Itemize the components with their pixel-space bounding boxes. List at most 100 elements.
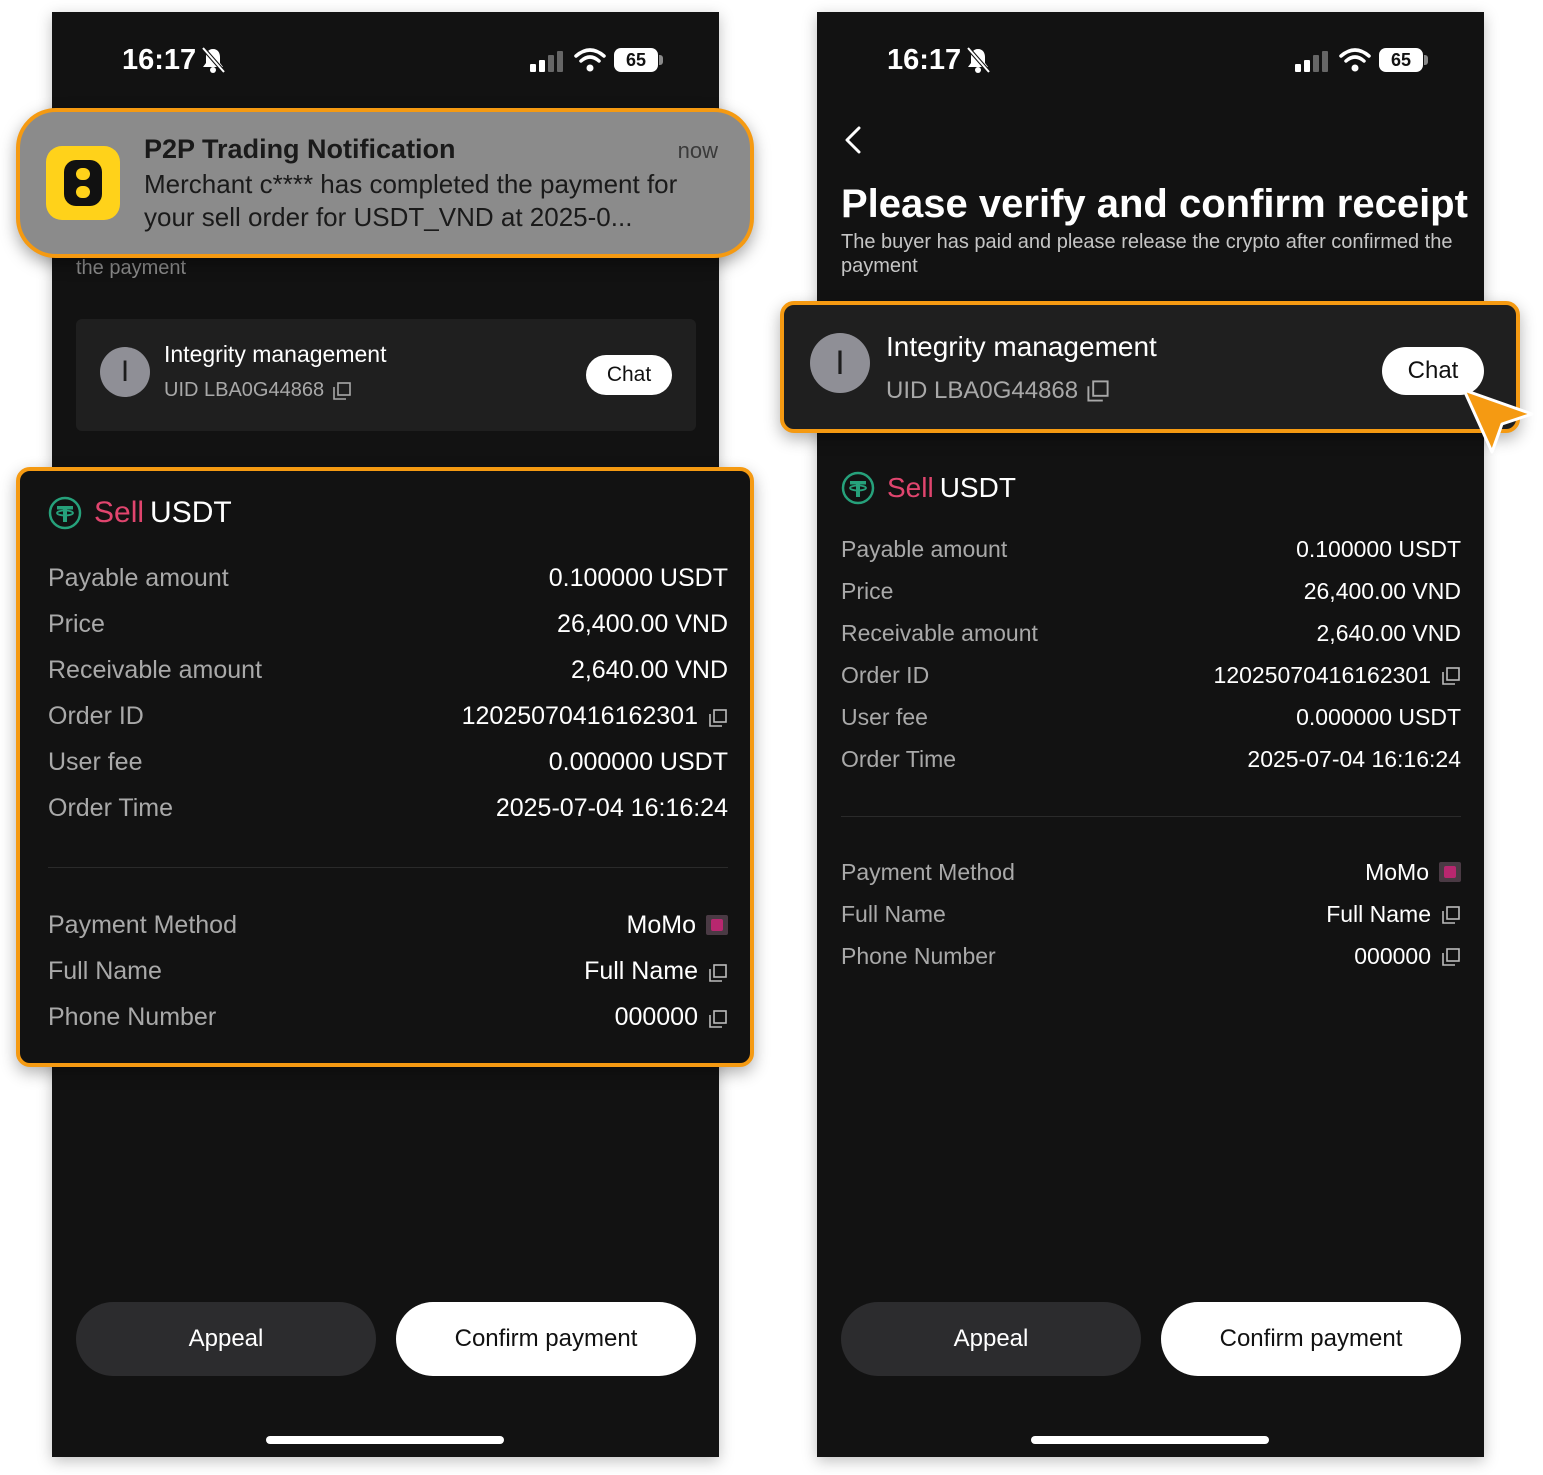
payment-row: Payment Method MoMo [48,902,728,948]
appeal-button[interactable]: Appeal [841,1302,1141,1376]
row-label: Price [841,577,894,604]
merchant-uid-text: UID LBA0G44868 [164,379,325,401]
copy-icon[interactable] [708,961,728,982]
copy-icon[interactable] [708,1007,728,1028]
row-label: Receivable amount [48,655,263,684]
row-value: 12025070416162301 [1214,662,1461,689]
copy-icon[interactable] [1086,379,1110,403]
payment-row: Phone Number 000000 [841,935,1461,977]
row-label: Payment Method [48,910,237,939]
payment-row: Full Name Full Name [48,948,728,994]
row-value: 26,400.00 VND [1303,577,1461,604]
wifi-icon [574,48,606,72]
order-side: Sell [94,496,145,529]
copy-icon[interactable] [708,706,728,727]
order-row: Order ID 12025070416162301 [48,693,728,739]
row-value: 0.100000 USDT [1296,535,1461,562]
copy-icon[interactable] [1441,665,1461,685]
confirm-payment-button[interactable]: Confirm payment [396,1302,696,1376]
row-value: 0.100000 USDT [548,563,728,592]
row-value: 2,640.00 VND [570,655,728,684]
push-notification[interactable]: P2P Trading Notification now Merchant c*… [16,108,754,258]
order-row: User fee 0.000000 USDT [841,696,1461,738]
row-label: Price [48,609,105,638]
bell-slash-icon [966,46,991,74]
row-label: Phone Number [841,942,996,969]
row-value: Full Name [584,957,728,986]
order-row: Price 26,400.00 VND [841,570,1461,612]
row-value: Full Name [1326,901,1461,928]
copy-icon[interactable] [1441,946,1461,966]
row-label: User fee [48,747,143,776]
row-value: 2025-07-04 16:16:24 [1247,745,1461,772]
action-bar: Appeal Confirm payment [841,1302,1461,1376]
order-details: Sell USDT Payable amount 0.100000 USDT Pr… [48,493,728,1040]
row-label: Receivable amount [841,619,1038,646]
order-row: Receivable amount 2,640.00 VND [48,647,728,693]
wifi-icon [1339,48,1371,72]
row-label: Order ID [841,661,930,688]
signal-icon [1295,51,1328,72]
confirm-payment-button[interactable]: Confirm payment [1161,1302,1461,1376]
order-side: Sell [887,472,934,503]
battery-icon: 65 [614,46,664,74]
payment-row: Phone Number 000000 [48,994,728,1040]
row-label: Order ID [48,701,144,730]
avatar: I [810,333,870,393]
order-heading: Sell USDT [48,493,728,533]
home-indicator [266,1436,504,1444]
momo-icon [706,915,728,935]
phone-screen-right: 16:17 65 Please verify and confirm recei… [817,12,1484,1457]
battery-icon: 65 [1379,46,1429,74]
row-label: Order Time [48,793,174,822]
status-bar: 16:17 65 [52,42,719,82]
row-value: MoMo [1365,859,1461,886]
row-value: 12025070416162301 [462,702,728,731]
signal-icon [530,51,563,72]
merchant-uid: UID LBA0G44868 [164,379,352,402]
order-details: Sell USDT Payable amount 0.100000 USDT Pr… [841,468,1461,977]
home-indicator [1031,1436,1269,1444]
chat-button[interactable]: Chat [586,355,672,395]
order-row: Price 26,400.00 VND [48,601,728,647]
status-bar: 16:17 65 [817,42,1484,82]
row-label: Full Name [841,900,946,927]
order-row: User fee 0.000000 USDT [48,739,728,785]
copy-icon[interactable] [332,381,352,401]
merchant-card-highlight: I Integrity management UID LBA0G44868 Ch… [780,301,1520,433]
action-bar: Appeal Confirm payment [76,1302,696,1376]
appeal-button[interactable]: Appeal [76,1302,376,1376]
order-row: Order Time 2025-07-04 16:16:24 [841,738,1461,780]
status-time: 16:17 [122,44,197,76]
back-arrow-icon[interactable] [841,124,867,156]
notification-time: now [677,138,718,163]
row-label: Phone Number [48,1002,217,1031]
row-label: Full Name [48,956,162,985]
merchant-name: Integrity management [164,341,387,367]
status-time: 16:17 [887,44,962,76]
order-asset: USDT [150,496,232,529]
row-value: 0.000000 USDT [548,747,728,776]
page-subtitle-partial: the payment [76,257,187,279]
notification-title: P2P Trading Notification [144,134,456,164]
row-value: 2025-07-04 16:16:24 [495,793,728,822]
row-label: Order Time [841,745,957,772]
row-label: User fee [841,703,928,730]
divider [841,816,1461,817]
page-title: Please verify and confirm receipt [841,182,1468,226]
tether-icon [48,496,82,530]
row-label: Payable amount [841,535,1008,562]
order-details-highlight: Sell USDT Payable amount 0.100000 USDT Pr… [16,467,754,1067]
copy-icon[interactable] [1441,904,1461,924]
tether-icon [841,471,875,505]
order-row: Receivable amount 2,640.00 VND [841,612,1461,654]
divider [48,867,728,868]
order-asset: USDT [939,472,1016,503]
notification-body: Merchant c**** has completed the payment… [144,169,678,232]
order-heading: Sell USDT [841,468,1461,508]
row-value: 000000 [1354,943,1461,970]
order-row: Payable amount 0.100000 USDT [841,528,1461,570]
page-subtitle: The buyer has paid and please release th… [841,231,1453,277]
row-value: 000000 [615,1003,728,1032]
avatar: I [100,347,150,397]
